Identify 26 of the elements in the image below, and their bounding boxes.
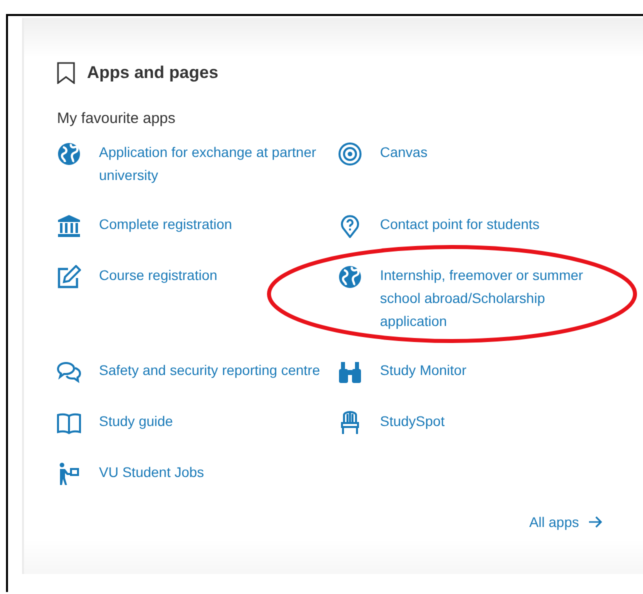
bank-icon: [57, 214, 81, 238]
location-question-icon: [338, 214, 362, 238]
app-link[interactable]: Contact point for students: [380, 213, 540, 236]
globe-icon: [57, 142, 81, 166]
book-icon: [57, 411, 81, 435]
globe-icon: [338, 265, 362, 289]
edit-icon: [57, 265, 81, 289]
all-apps-link[interactable]: All apps: [529, 514, 603, 530]
app-link[interactable]: Canvas: [380, 141, 428, 164]
chair-icon: [338, 411, 362, 435]
app-link[interactable]: Study Monitor: [380, 359, 466, 382]
arrow-right-icon: [589, 516, 603, 528]
app-link[interactable]: Study guide: [99, 410, 173, 433]
app-link[interactable]: Safety and security reporting centre: [99, 359, 320, 382]
bookmark-icon: [57, 62, 75, 84]
panel-title: Apps and pages: [87, 63, 218, 83]
worker-icon: [57, 462, 81, 486]
app-link[interactable]: Application for exchange at partner university: [99, 141, 329, 187]
chat-icon: [57, 360, 81, 384]
app-link[interactable]: StudySpot: [380, 410, 445, 433]
section-heading: My favourite apps: [57, 110, 176, 127]
app-link[interactable]: Course registration: [99, 264, 218, 287]
app-link[interactable]: Complete registration: [99, 213, 232, 236]
app-link[interactable]: VU Student Jobs: [99, 461, 204, 484]
binoculars-icon: [338, 360, 362, 384]
target-icon: [338, 142, 362, 166]
